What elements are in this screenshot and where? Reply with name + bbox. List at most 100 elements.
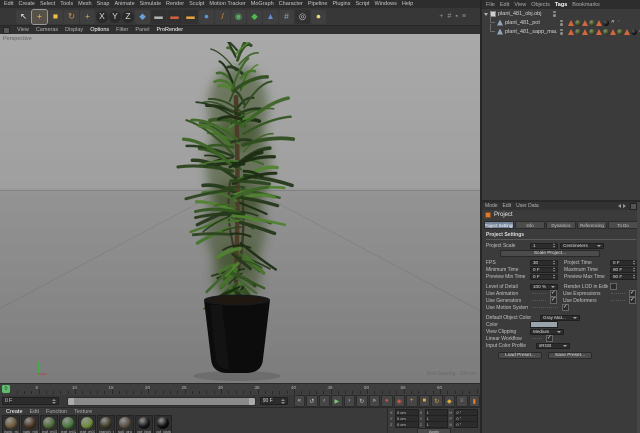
- phong-tag-icon[interactable]: [582, 19, 588, 26]
- visibility-dots[interactable]: [557, 28, 566, 35]
- keyframe-pla-toggle[interactable]: ≡: [456, 395, 468, 407]
- linear-workflow-checkbox[interactable]: [546, 335, 553, 342]
- menu-item[interactable]: Motion Tracker: [209, 1, 245, 7]
- save-preset-button[interactable]: Save Preset...: [548, 352, 592, 359]
- scale-field[interactable]: 1: [424, 420, 449, 428]
- object-manager-tab[interactable]: Edit: [500, 2, 509, 8]
- visibility-dots[interactable]: [557, 19, 566, 26]
- load-preset-button[interactable]: Load Preset...: [498, 352, 542, 359]
- texture-tag-icon[interactable]: [631, 28, 637, 35]
- attribute-tab[interactable]: Referencing: [577, 221, 607, 229]
- material-swatch[interactable]: pot_blck: [135, 415, 153, 433]
- viewport-panel-icon[interactable]: [3, 26, 10, 34]
- object-name[interactable]: plant_481_sapp_mauri: [505, 29, 557, 35]
- preview-min-field[interactable]: 0 F: [530, 273, 558, 280]
- coordinate-system-icon[interactable]: ◆: [135, 9, 150, 24]
- input-color-profile-dropdown[interactable]: sRGB: [536, 342, 570, 349]
- menu-item[interactable]: Pipeline: [308, 1, 328, 7]
- viewport-menu-item[interactable]: Options: [90, 27, 109, 33]
- texture-tag-icon[interactable]: [575, 28, 581, 35]
- menu-item[interactable]: Mesh: [78, 1, 91, 7]
- material-menu-item[interactable]: Function: [46, 409, 67, 415]
- object-row-sapling[interactable]: plant_481_sapp_mauri: [482, 24, 640, 36]
- visibility-dots[interactable]: [550, 10, 559, 17]
- primitive-object-icon[interactable]: ●: [199, 9, 214, 24]
- color-swatch[interactable]: [530, 321, 558, 328]
- rotate-icon[interactable]: ↻: [64, 9, 79, 24]
- object-name[interactable]: plant_481_pot: [505, 20, 557, 26]
- material-swatch[interactable]: leaf_m01: [40, 415, 58, 433]
- current-frame-field[interactable]: 0 F: [2, 397, 59, 405]
- menu-item[interactable]: Character: [279, 1, 303, 7]
- keyframe-position-toggle[interactable]: +: [406, 395, 418, 407]
- grid-snap-icon[interactable]: #: [448, 13, 452, 20]
- menu-item[interactable]: Edit: [4, 1, 13, 7]
- previous-frame-button[interactable]: ‹: [318, 395, 330, 407]
- material-menu-item[interactable]: Create: [6, 409, 23, 415]
- fps-field[interactable]: 30: [530, 259, 558, 266]
- deformer-icon[interactable]: ▲: [263, 9, 278, 24]
- project-time-field[interactable]: 0 F: [610, 259, 638, 266]
- menu-item[interactable]: Select: [40, 1, 55, 7]
- material-swatch[interactable]: trunk_m1: [2, 415, 20, 433]
- spinner-icon[interactable]: [50, 398, 56, 404]
- texture-tag-icon[interactable]: [589, 19, 595, 26]
- material-menu-item[interactable]: Edit: [30, 409, 39, 415]
- phong-tag-icon[interactable]: [582, 28, 588, 35]
- history-forward-icon[interactable]: [623, 204, 628, 208]
- autokey-button[interactable]: ◉: [393, 395, 405, 407]
- user-data-menu[interactable]: User Data: [516, 203, 539, 209]
- minimum-time-field[interactable]: 0 F: [530, 266, 558, 273]
- object-row-pot[interactable]: plant_481_pot: [482, 15, 640, 27]
- keyframe-parameter-toggle[interactable]: ◆: [443, 395, 455, 407]
- menu-item[interactable]: Help: [402, 1, 413, 7]
- viewport-menu-item[interactable]: View: [17, 27, 29, 33]
- object-manager-tab[interactable]: Bookmarks: [572, 2, 600, 8]
- project-scale-field[interactable]: 1: [530, 242, 558, 249]
- menu-item[interactable]: Script: [355, 1, 369, 7]
- menu-item[interactable]: Animate: [114, 1, 134, 7]
- attribute-tab[interactable]: Info: [515, 221, 545, 229]
- section-header[interactable]: Project Settings: [486, 232, 636, 240]
- phong-tag-icon[interactable]: [610, 28, 616, 35]
- add-icon[interactable]: +: [439, 13, 443, 20]
- range-handle-right[interactable]: [248, 397, 255, 405]
- spinner-icon[interactable]: [551, 243, 555, 248]
- material-swatch[interactable]: branch_m: [97, 415, 115, 433]
- axis-z-icon[interactable]: Z: [122, 10, 134, 23]
- default-object-color-dropdown[interactable]: Gray Mat...: [540, 314, 580, 321]
- phong-tag-icon[interactable]: [596, 19, 602, 26]
- material-swatch[interactable]: soil_gro: [116, 415, 134, 433]
- keyframe-rotation-toggle[interactable]: ↻: [431, 395, 443, 407]
- menu-item[interactable]: Tools: [60, 1, 73, 7]
- material-swatch[interactable]: leaf_m02: [59, 415, 77, 433]
- subdivision-surface-icon[interactable]: ◉: [231, 9, 246, 24]
- viewport-menu-item[interactable]: Cameras: [36, 27, 58, 33]
- object-manager-tab[interactable]: File: [486, 2, 495, 8]
- keyframe-scale-toggle[interactable]: ■: [418, 395, 430, 407]
- next-frame-button[interactable]: ›: [343, 395, 355, 407]
- use-generators-checkbox[interactable]: [550, 297, 557, 304]
- panel-menu-icon[interactable]: ≡: [462, 13, 466, 20]
- menu-item[interactable]: Snap: [97, 1, 110, 7]
- phong-tag-icon[interactable]: [568, 19, 574, 26]
- goto-start-button[interactable]: «: [293, 395, 305, 407]
- menu-item[interactable]: Plugins: [332, 1, 350, 7]
- move-icon[interactable]: +: [31, 8, 48, 25]
- texture-tag-icon[interactable]: [589, 28, 595, 35]
- attribute-tab[interactable]: To Do: [608, 221, 638, 229]
- next-key-button[interactable]: ↻: [356, 395, 368, 407]
- attribute-tab[interactable]: Project Settings: [484, 221, 514, 229]
- menu-item[interactable]: Create: [18, 1, 35, 7]
- phong-tag-icon[interactable]: [596, 28, 602, 35]
- texture-tag-icon[interactable]: [603, 19, 609, 26]
- use-motion-system-checkbox[interactable]: [562, 304, 569, 311]
- rotation-field[interactable]: 0 °: [454, 420, 479, 428]
- preview-max-field[interactable]: 90 F: [610, 273, 638, 280]
- menu-item[interactable]: Sculpt: [189, 1, 204, 7]
- expander-icon[interactable]: [484, 12, 488, 18]
- render-picture-viewer-icon[interactable]: ▬: [167, 9, 182, 24]
- material-menu-item[interactable]: Texture: [74, 409, 92, 415]
- project-scale-unit-dropdown[interactable]: Centimeters: [560, 242, 604, 249]
- material-swatch[interactable]: leaf_m03: [78, 415, 96, 433]
